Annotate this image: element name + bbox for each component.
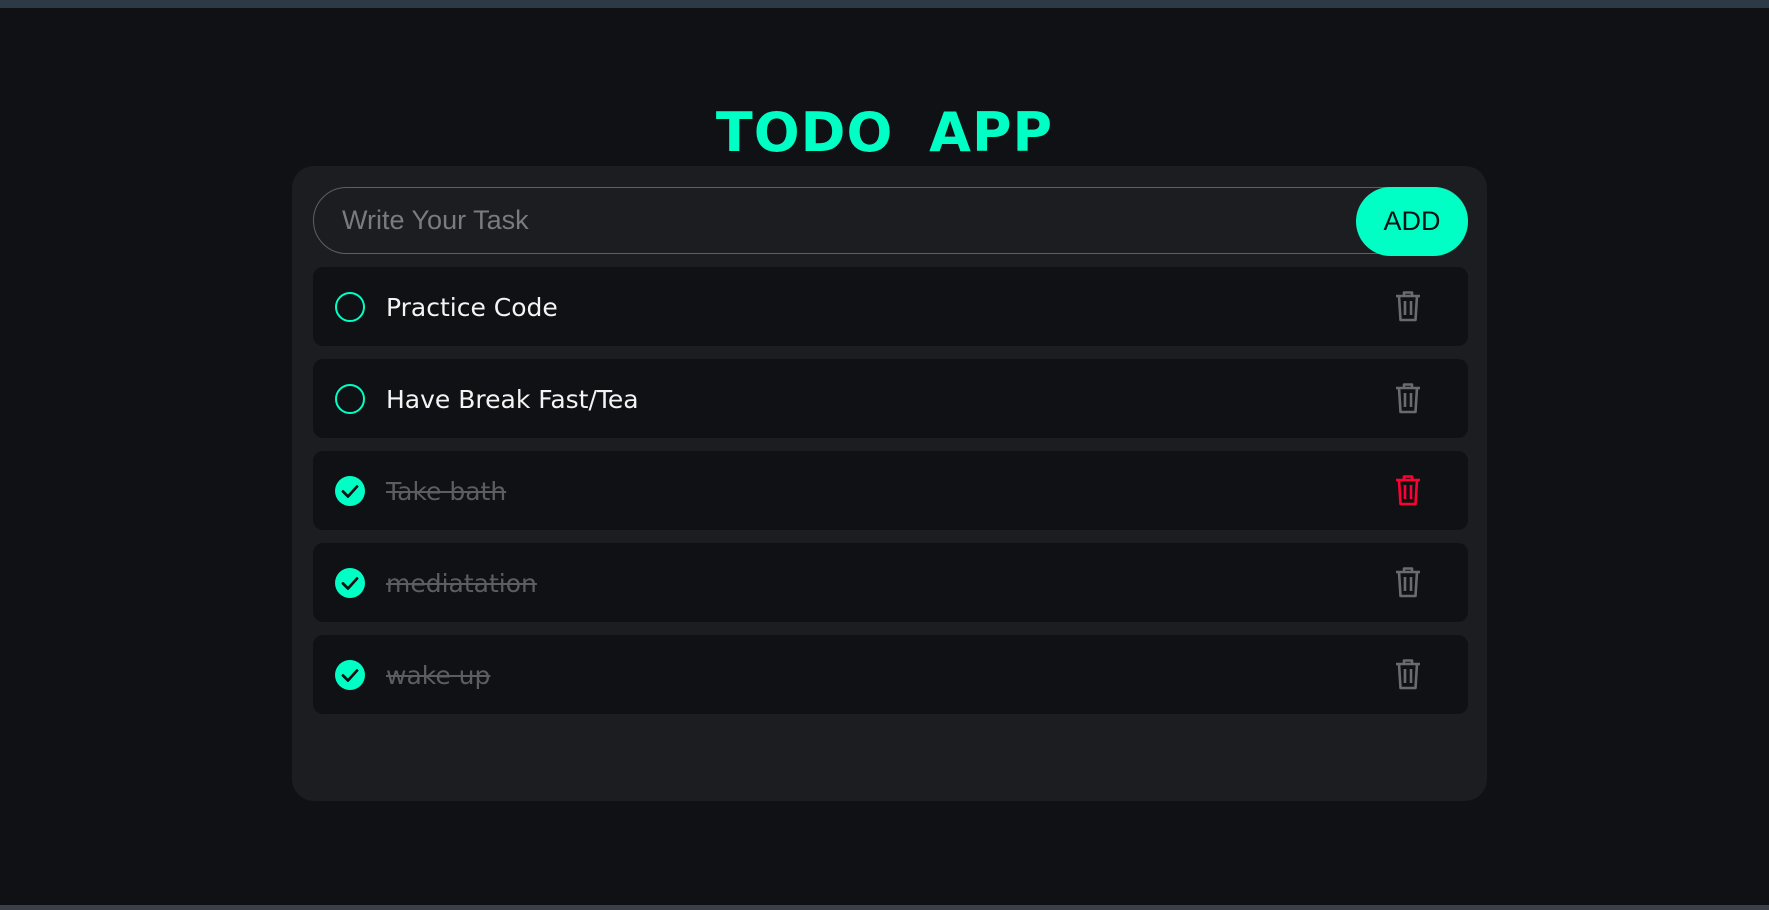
todo-text: mediatation [386, 569, 537, 598]
todo-item: Take bath [313, 451, 1468, 530]
todo-text: Take bath [386, 477, 507, 506]
todo-text: Practice Code [386, 293, 558, 322]
trash-icon[interactable] [1393, 565, 1423, 599]
todo-item: Practice Code [313, 267, 1468, 346]
circle-outline-icon[interactable] [334, 291, 366, 323]
trash-icon[interactable] [1393, 657, 1423, 691]
task-input-wrapper: ADD [313, 187, 1468, 256]
page-title: TODO APP [715, 101, 1054, 164]
circle-outline-icon[interactable] [334, 383, 366, 415]
todo-item: mediatation [313, 543, 1468, 622]
todo-text: Have Break Fast/Tea [386, 385, 639, 414]
todo-text: wake up [386, 661, 491, 690]
trash-icon[interactable] [1393, 381, 1423, 415]
trash-icon[interactable] [1393, 473, 1423, 507]
add-button[interactable]: ADD [1356, 187, 1468, 256]
todo-item: wake up [313, 635, 1468, 714]
check-circle-icon[interactable] [334, 659, 366, 691]
task-input[interactable] [313, 187, 1468, 254]
window-top-strip [0, 0, 1769, 8]
trash-icon[interactable] [1393, 289, 1423, 323]
check-circle-icon[interactable] [334, 567, 366, 599]
window-bottom-strip [0, 905, 1769, 910]
todo-item: Have Break Fast/Tea [313, 359, 1468, 438]
check-circle-icon[interactable] [334, 475, 366, 507]
todo-card: ADD Practice Code Have Break Fast/Tea [292, 166, 1487, 801]
